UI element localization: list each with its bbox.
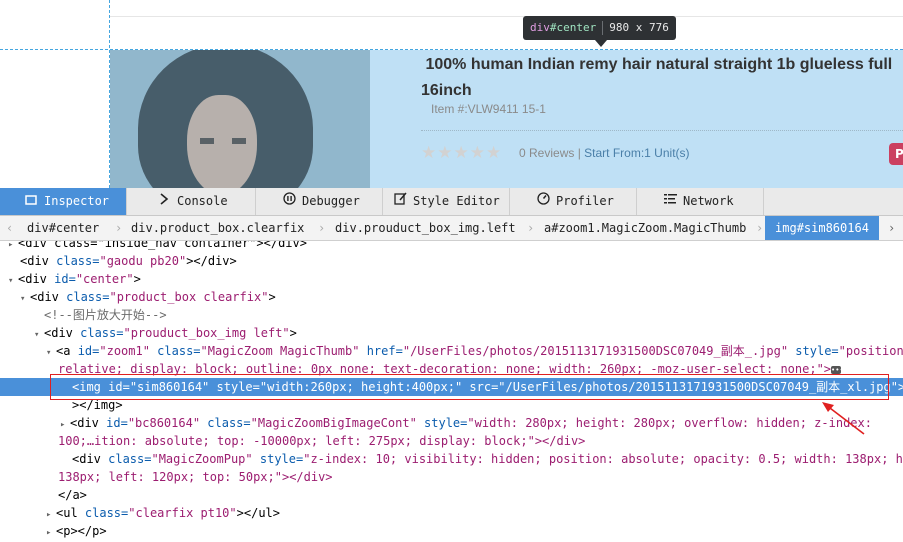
tree-row[interactable]: ></img> xyxy=(0,396,903,414)
dotted-divider xyxy=(421,130,903,131)
inspector-icon xyxy=(24,188,38,215)
tree-row[interactable]: <div class="gaodu pb20"></div> xyxy=(0,252,903,270)
tree-row[interactable]: ▾ <div class="product_box clearfix"> xyxy=(0,288,903,306)
tree-row[interactable]: ▾ <div class="prouduct_box_img left"> xyxy=(0,324,903,342)
tab-style-editor[interactable]: Style Editor xyxy=(383,188,510,215)
reviews-link[interactable]: 0 Reviews xyxy=(519,146,574,160)
breadcrumb: ‹ div#center › div.product_box.clearfix … xyxy=(0,216,903,241)
rating-stars: ★★★★★ xyxy=(421,143,503,163)
chevron-left-icon[interactable]: ‹ xyxy=(6,216,13,240)
tree-row[interactable]: </a> xyxy=(0,486,903,504)
product-photo[interactable] xyxy=(110,50,370,188)
chevron-right-icon: › xyxy=(115,221,123,235)
chevron-right-icon[interactable]: › xyxy=(888,216,895,240)
tree-row[interactable]: ▸ <div class="inside_nav container"></div… xyxy=(0,241,903,252)
chevron-right-icon: › xyxy=(527,221,535,235)
tab-inspector[interactable]: Inspector xyxy=(0,188,127,215)
product-title: 100% human Indian remy hair natural stra… xyxy=(421,56,893,99)
debugger-icon xyxy=(282,188,296,215)
pinterest-button[interactable]: P xyxy=(889,143,903,165)
tab-profiler[interactable]: Profiler xyxy=(510,188,637,215)
profiler-icon xyxy=(536,188,550,215)
breadcrumb-zoom-link[interactable]: a#zoom1.MagicZoom.MagicThumb xyxy=(544,216,746,240)
tree-row-selected[interactable]: <img id="sim860164" style="width:260px; … xyxy=(0,378,903,396)
separator xyxy=(110,16,903,17)
chevron-right-icon: › xyxy=(756,221,764,235)
tab-debugger[interactable]: Debugger xyxy=(256,188,383,215)
tree-row[interactable]: <div class="MagicZoomPup" style="z-index… xyxy=(0,450,903,468)
tree-row-continuation[interactable]: 138px; left: 120px; top: 50px;"></div> xyxy=(0,468,903,486)
page-preview: 100% human Indian remy hair natural stra… xyxy=(0,0,903,188)
ellipsis-icon[interactable]: ••• xyxy=(831,365,844,374)
chevron-right-icon: › xyxy=(318,221,326,235)
tree-row[interactable]: ▸ <div id="bc860164" class="MagicZoomBigI… xyxy=(0,414,903,432)
tree-row[interactable]: ▸ <ul class="clearfix pt10"></ul> xyxy=(0,504,903,522)
breadcrumb-product-box-img[interactable]: div.prouduct_box_img.left xyxy=(335,216,516,240)
element-tooltip: div#center 980 x 776 xyxy=(523,16,676,40)
guide-line-horizontal xyxy=(0,49,903,50)
start-from-text: Start From:1 Unit(s) xyxy=(584,146,690,160)
tree-row-continuation[interactable]: 100;…ition: absolute; top: -10000px; lef… xyxy=(0,432,903,450)
tab-console[interactable]: Console xyxy=(127,188,256,215)
devtools-toolbar: Inspector Console Debugger Style Editor … xyxy=(0,188,903,216)
tooltip-arrow xyxy=(595,40,607,47)
reviews-line: 0 Reviews | Start From:1 Unit(s) xyxy=(519,146,690,160)
item-number: Item #:VLW9411 15-1 xyxy=(431,102,546,116)
guide-line-vertical xyxy=(109,0,110,188)
tree-row[interactable]: ▾ <a id="zoom1" class="MagicZoom MagicThu… xyxy=(0,342,903,360)
expand-arrow-icon[interactable]: ▸ xyxy=(46,524,56,542)
breadcrumb-product-box[interactable]: div.product_box.clearfix xyxy=(131,216,304,240)
tab-network[interactable]: Network xyxy=(637,188,764,215)
style-editor-icon xyxy=(393,188,407,215)
markup-tree: ▸ <div class="inside_nav container"></div… xyxy=(0,241,903,542)
tree-row-continuation[interactable]: relative; display: block; outline: 0px n… xyxy=(0,360,903,378)
tree-row[interactable]: <!--图片放大开始--> xyxy=(0,306,903,324)
breadcrumb-img-selected[interactable]: img#sim860164 xyxy=(765,216,879,240)
tree-row[interactable]: ▾ <div id="center"> xyxy=(0,270,903,288)
breadcrumb-div-center[interactable]: div#center xyxy=(27,216,99,240)
tree-row[interactable]: ▸ <p></p> xyxy=(0,522,903,540)
network-icon xyxy=(663,188,677,215)
console-icon xyxy=(157,188,171,215)
